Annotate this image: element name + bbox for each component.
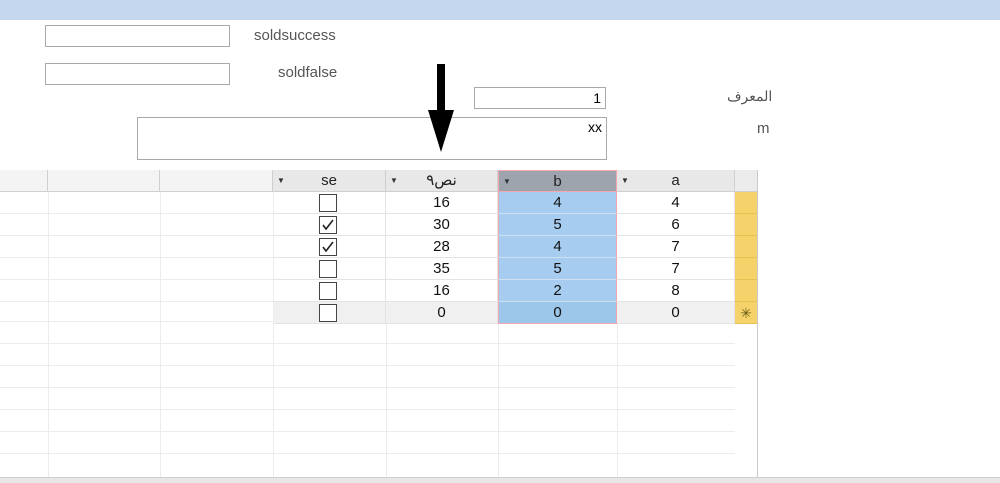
soldsuccess-field[interactable] (45, 25, 230, 47)
cell-nass[interactable]: 0 (386, 302, 498, 324)
cell-nass[interactable]: 35 (386, 258, 498, 280)
new-record-selector[interactable]: ✳ (735, 302, 757, 324)
header-empty (160, 170, 273, 192)
cell-b[interactable]: 0 (498, 302, 617, 324)
m-label: m (757, 120, 770, 137)
cell-a[interactable]: 7 (617, 236, 735, 258)
title-bar (0, 0, 1000, 20)
dropdown-arrow-icon[interactable]: ▼ (277, 170, 285, 192)
cell-se[interactable] (273, 258, 386, 280)
se-checkbox[interactable] (319, 304, 337, 322)
row-selector[interactable] (735, 236, 757, 258)
id-field[interactable] (474, 87, 606, 109)
cell-nass[interactable]: 30 (386, 214, 498, 236)
m-field[interactable] (137, 117, 607, 160)
row-selector[interactable] (735, 214, 757, 236)
cell-a[interactable]: 8 (617, 280, 735, 302)
cell-se[interactable] (273, 280, 386, 302)
select-all-corner[interactable] (735, 170, 757, 192)
cell-se[interactable] (273, 302, 386, 324)
cell-se[interactable] (273, 236, 386, 258)
cell-a[interactable]: 7 (617, 258, 735, 280)
id-label: المعرف (727, 88, 773, 104)
cell-a[interactable]: 6 (617, 214, 735, 236)
se-checkbox[interactable] (319, 260, 337, 278)
header-empty (48, 170, 160, 192)
status-bar (0, 477, 1000, 483)
dropdown-arrow-icon[interactable]: ▼ (390, 170, 398, 192)
row-selector[interactable] (735, 192, 757, 214)
cell-nass[interactable]: 16 (386, 280, 498, 302)
cell-a[interactable]: 4 (617, 192, 735, 214)
cell-se[interactable] (273, 214, 386, 236)
cell-b[interactable]: 4 (498, 236, 617, 258)
row-selector[interactable] (735, 280, 757, 302)
down-arrow-icon (428, 64, 454, 152)
cell-b[interactable]: 2 (498, 280, 617, 302)
dropdown-arrow-icon[interactable]: ▼ (621, 170, 629, 192)
cell-b[interactable]: 4 (498, 192, 617, 214)
dropdown-arrow-icon[interactable]: ▼ (503, 171, 511, 193)
soldsuccess-label: soldsuccess (254, 27, 336, 44)
cell-nass[interactable]: 28 (386, 236, 498, 258)
se-checkbox[interactable] (319, 238, 337, 256)
header-empty (0, 170, 48, 192)
column-header-se[interactable]: ▼ se (273, 170, 386, 192)
se-checkbox[interactable] (319, 194, 337, 212)
column-header-b[interactable]: ▼ b (498, 170, 617, 192)
column-header-a[interactable]: ▼ a (617, 170, 735, 192)
se-checkbox[interactable] (319, 282, 337, 300)
cell-b[interactable]: 5 (498, 214, 617, 236)
cell-nass[interactable]: 16 (386, 192, 498, 214)
se-checkbox[interactable] (319, 216, 337, 234)
check-icon (322, 219, 334, 231)
cell-se[interactable] (273, 192, 386, 214)
check-icon (322, 241, 334, 253)
cell-a[interactable]: 0 (617, 302, 735, 324)
row-selector[interactable] (735, 258, 757, 280)
soldfalse-label: soldfalse (278, 64, 338, 81)
cell-b[interactable]: 5 (498, 258, 617, 280)
soldfalse-field[interactable] (45, 63, 230, 85)
column-header-nass[interactable]: ▼ نص٩ (386, 170, 498, 192)
